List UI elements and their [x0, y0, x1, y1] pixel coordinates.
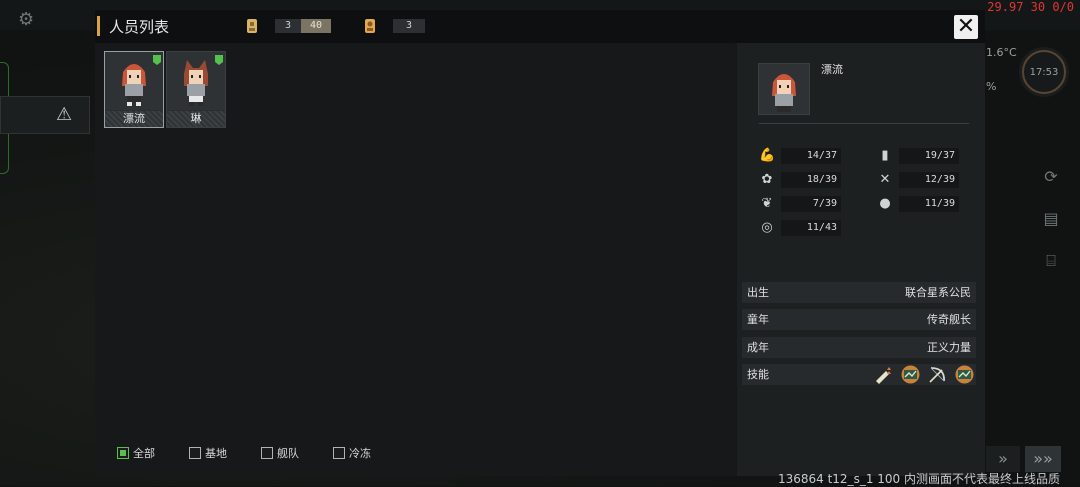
fast-forward-icon[interactable]: »: [986, 446, 1020, 472]
crew-count-icon: [365, 19, 375, 33]
info-label: 成年: [747, 341, 769, 354]
crew-card[interactable]: 琳: [166, 51, 226, 128]
crew-card[interactable]: 漂流: [104, 51, 164, 128]
info-value: 联合星系公民: [905, 286, 971, 299]
stat-shooting: ◎ 11/43: [759, 220, 841, 236]
background-alert-box[interactable]: [0, 96, 90, 134]
stat-crafting: ✕ 12/39: [877, 172, 959, 188]
filter-label: 基地: [205, 447, 227, 460]
crew-list-dialog: 人员列表 3 40 3 ✕ 漂流 琳 全部 基地 舰队 冷冻 漂流 💪 14/3…: [95, 10, 985, 476]
stat-social: ● 11/39: [877, 196, 959, 212]
fps-stats: 29.97 30 0/0: [987, 0, 1074, 14]
blade-upgrade-icon[interactable]: [874, 365, 893, 384]
info-value: 正义力量: [927, 341, 971, 354]
crew-detail-panel: 漂流 💪 14/37 ▮ 19/37 ✿ 18/39 ✕ 12/39 ❦ 7/3…: [737, 43, 985, 476]
info-value: 传奇舰长: [927, 313, 971, 326]
warning-icon[interactable]: ⚠: [56, 104, 72, 125]
detail-crew-name: 漂流: [821, 63, 843, 76]
checkbox-checked[interactable]: [117, 447, 129, 459]
stat-value: 11/43: [781, 220, 841, 236]
skill-icon-list: [874, 365, 974, 384]
skills-label: 技能: [747, 368, 769, 381]
tools-icon: ✕: [879, 172, 891, 187]
map-badge-icon[interactable]: [901, 365, 920, 384]
close-button[interactable]: ✕: [954, 15, 978, 39]
dialog-title: 人员列表: [109, 18, 170, 36]
crew-capacity-current: 3: [275, 19, 301, 33]
strength-arm-icon: 💪: [759, 148, 776, 163]
leaf-icon: ❦: [761, 196, 773, 211]
detail-portrait: [758, 63, 810, 115]
info-label: 出生: [747, 286, 769, 299]
crew-name: 漂流: [105, 111, 163, 127]
stat-value: 19/37: [899, 148, 959, 164]
paw-icon: ✿: [761, 172, 773, 187]
filter-label: 全部: [133, 447, 155, 460]
scan-icon[interactable]: ⌸: [1040, 250, 1062, 272]
stat-intellect: ▮ 19/37: [877, 148, 959, 164]
percent-readout: %: [986, 80, 997, 93]
clipboard-icon[interactable]: ▤: [1040, 208, 1062, 230]
stat-value: 14/37: [781, 148, 841, 164]
stat-value: 18/39: [781, 172, 841, 188]
crew-count-value: 3: [393, 19, 425, 33]
faster-forward-icon[interactable]: »»: [1025, 446, 1061, 472]
stat-plants: ❦ 7/39: [759, 196, 841, 212]
document-icon: ▮: [881, 148, 889, 163]
stat-animal: ✿ 18/39: [759, 172, 841, 188]
game-clock[interactable]: 17:53: [1022, 50, 1066, 94]
filter-all[interactable]: 全部: [117, 445, 155, 461]
crew-capacity-max: 40: [301, 19, 331, 33]
chat-icon: ●: [879, 196, 891, 211]
filter-fleet[interactable]: 舰队: [261, 445, 299, 461]
info-label: 童年: [747, 313, 769, 326]
title-accent-bar: [97, 16, 100, 36]
checkbox[interactable]: [189, 447, 201, 459]
bow-icon[interactable]: [928, 365, 947, 384]
filter-label: 冷冻: [349, 447, 371, 460]
filter-frozen[interactable]: 冷冻: [333, 445, 371, 461]
stat-value: 7/39: [781, 196, 841, 212]
crew-list-panel: 漂流 琳 全部 基地 舰队 冷冻: [95, 43, 735, 476]
stat-value: 12/39: [899, 172, 959, 188]
info-row-skills: 技能: [742, 364, 976, 385]
crew-name: 琳: [167, 111, 225, 127]
dialog-header: 人员列表 3 40 3 ✕: [95, 10, 985, 43]
checkbox[interactable]: [333, 447, 345, 459]
filter-base[interactable]: 基地: [189, 445, 227, 461]
crew-capacity-icon: [247, 19, 257, 33]
map-badge-icon[interactable]: [955, 365, 974, 384]
divider: [759, 123, 969, 124]
clock-text: 17:53: [1029, 66, 1059, 78]
gear-icon[interactable]: ⚙: [18, 9, 34, 30]
stat-value: 11/39: [899, 196, 959, 212]
info-row-birth: 出生 联合星系公民: [742, 282, 976, 303]
filter-label: 舰队: [277, 447, 299, 460]
stat-strength: 💪 14/37: [759, 148, 841, 164]
rotate-icon[interactable]: ⟳: [1040, 166, 1062, 188]
target-icon: ◎: [761, 220, 773, 235]
info-row-childhood: 童年 传奇舰长: [742, 309, 976, 330]
checkbox[interactable]: [261, 447, 273, 459]
temperature-readout: 1.6°C: [986, 46, 1017, 59]
info-row-adulthood: 成年 正义力量: [742, 337, 976, 358]
build-info-footer: 136864 t12_s_1 100 内测画面不代表最终上线品质: [777, 472, 1060, 486]
